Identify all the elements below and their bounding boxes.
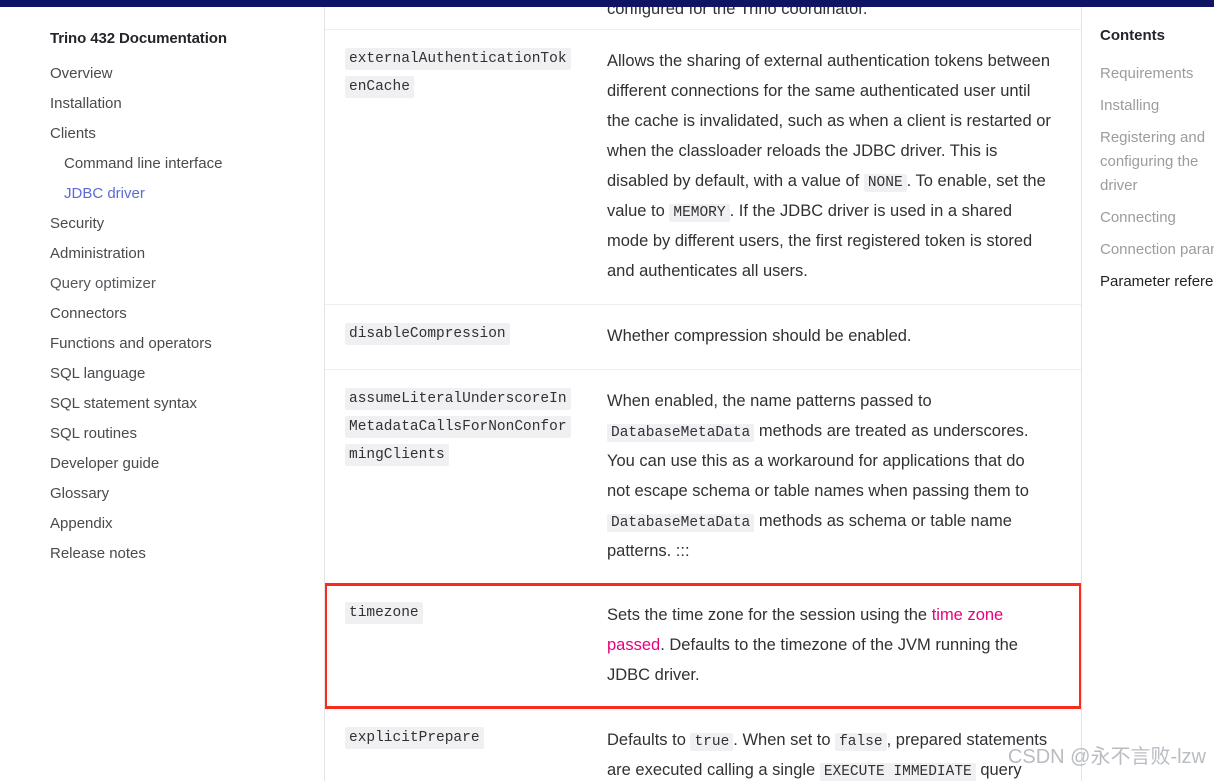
- inline-code: true: [690, 733, 734, 751]
- sidebar-item-sql-language[interactable]: SQL language: [50, 366, 324, 382]
- parameter-name-code: enCache: [345, 76, 414, 98]
- parameter-name-cell: explicitPrepare: [325, 709, 607, 781]
- table-row: externalAuthenticationTok enCache Allows t…: [325, 29, 1081, 304]
- sidebar-item-installation[interactable]: Installation: [50, 96, 324, 112]
- sidebar-item-label: Release notes: [50, 545, 146, 562]
- table-row: disableCompression Whether compression sh…: [325, 304, 1081, 369]
- sidebar-item-clients[interactable]: Clients: [50, 126, 324, 142]
- parameter-name-cell: externalAuthenticationTok enCache: [325, 30, 607, 304]
- sidebar-item-glossary[interactable]: Glossary: [50, 486, 324, 502]
- desc-text: Defaults to: [607, 731, 691, 749]
- sidebar-item-connectors[interactable]: Connectors: [50, 306, 324, 322]
- top-navy-bar: [0, 0, 1214, 7]
- sidebar-item-label: Connectors: [50, 305, 127, 322]
- sidebar-item-label: Installation: [50, 95, 122, 112]
- sidebar-item-label: Administration: [50, 245, 146, 262]
- sidebar-item-label: Developer guide: [50, 455, 160, 472]
- sidebar-item-label: Appendix: [50, 515, 113, 532]
- contents-item-label: Registering and configuring the driver: [1100, 129, 1206, 194]
- table-row: explicitPrepare Defaults to true. When se…: [325, 708, 1081, 781]
- parameter-name-code: explicitPrepare: [345, 727, 484, 749]
- contents-item-connecting[interactable]: Connecting: [1100, 206, 1214, 230]
- sidebar-item-command-line-interface[interactable]: Command line interface: [50, 156, 324, 172]
- desc-text: Allows the sharing of external authentic…: [607, 52, 1051, 190]
- parameter-reference-table: configured for the Trino coordinator. ex…: [325, 0, 1081, 781]
- contents-item-label: Installing: [1100, 97, 1160, 114]
- sidebar-item-security[interactable]: Security: [50, 216, 324, 232]
- sidebar-item-appendix[interactable]: Appendix: [50, 516, 324, 532]
- sidebar-item-label: Command line interface: [64, 155, 223, 172]
- parameter-name-code: externalAuthenticationTok: [345, 48, 571, 70]
- inline-code: NONE: [863, 174, 907, 192]
- parameter-desc-cell: Allows the sharing of external authentic…: [607, 30, 1081, 304]
- desc-text: . Defaults to the timezone of the JVM ru…: [607, 636, 1018, 684]
- contents-item-label: Connecting: [1100, 209, 1176, 226]
- page-root: Trino 432 Documentation Overview Installa…: [0, 0, 1214, 781]
- sidebar-item-jdbc-driver[interactable]: JDBC driver: [50, 186, 324, 202]
- parameter-name-cell: assumeLiteralUnderscoreIn MetadataCallsFo…: [325, 370, 607, 584]
- contents-item-requirements[interactable]: Requirements: [1100, 62, 1214, 86]
- parameter-name-code: mingClients: [345, 444, 449, 466]
- sidebar-item-administration[interactable]: Administration: [50, 246, 324, 262]
- sidebar-item-label: Clients: [50, 125, 96, 142]
- contents-sidebar: Contents Requirements Installing Registeri…: [1082, 0, 1214, 781]
- table-rows-container: externalAuthenticationTok enCache Allows t…: [325, 29, 1081, 781]
- inline-code: DatabaseMetaData: [607, 424, 755, 442]
- sidebar-item-query-optimizer[interactable]: Query optimizer: [50, 276, 324, 292]
- sidebar-item-label: SQL routines: [50, 425, 137, 442]
- desc-text: Whether compression should be enabled.: [607, 327, 912, 345]
- contents-item-installing[interactable]: Installing: [1100, 94, 1214, 118]
- parameter-name-code: MetadataCallsForNonConfor: [345, 416, 571, 438]
- contents-item-registering-and-configuring-the-driver[interactable]: Registering and configuring the driver: [1100, 126, 1214, 198]
- sidebar-item-label: JDBC driver: [64, 185, 145, 202]
- contents-title: Contents: [1100, 27, 1165, 44]
- contents-item-connection-parameters[interactable]: Connection parameters: [1100, 238, 1214, 262]
- sidebar-item-label: Overview: [50, 65, 113, 82]
- desc-text: . When set to: [733, 731, 836, 749]
- left-sidebar: Trino 432 Documentation Overview Installa…: [0, 0, 325, 781]
- inline-code: EXECUTE IMMEDIATE: [819, 763, 976, 781]
- contents-item-parameter-reference[interactable]: Parameter reference: [1100, 270, 1214, 294]
- contents-list: Requirements Installing Registering and co…: [1100, 62, 1214, 294]
- table-row: assumeLiteralUnderscoreIn MetadataCallsFo…: [325, 369, 1081, 584]
- sidebar-item-overview[interactable]: Overview: [50, 66, 324, 82]
- parameter-desc-cell: Whether compression should be enabled.: [607, 305, 1081, 369]
- main-content: configured for the Trino coordinator. ex…: [325, 0, 1082, 781]
- contents-item-label: Connection parameters: [1100, 241, 1214, 258]
- table-row-highlighted: timezone Sets the time zone for the sessi…: [325, 583, 1081, 709]
- sidebar-title: Trino 432 Documentation: [50, 30, 227, 47]
- sidebar-item-label: SQL statement syntax: [50, 395, 198, 412]
- desc-text: When enabled, the name patterns passed t…: [607, 392, 932, 410]
- sidebar-item-release-notes[interactable]: Release notes: [50, 546, 324, 562]
- sidebar-item-label: SQL language: [50, 365, 146, 382]
- parameter-name-code: assumeLiteralUnderscoreIn: [345, 388, 571, 410]
- contents-item-label: Requirements: [1100, 65, 1194, 82]
- sidebar-item-sql-statement-syntax[interactable]: SQL statement syntax: [50, 396, 324, 412]
- parameter-name-cell: timezone: [325, 584, 607, 708]
- inline-code: DatabaseMetaData: [607, 514, 755, 532]
- sidebar-item-developer-guide[interactable]: Developer guide: [50, 456, 324, 472]
- parameter-name-cell: disableCompression: [325, 305, 607, 369]
- desc-text: Sets the time zone for the session using…: [607, 606, 932, 624]
- parameter-desc-cell: Sets the time zone for the session using…: [607, 584, 1081, 708]
- sidebar-item-functions-and-operators[interactable]: Functions and operators: [50, 336, 324, 352]
- sidebar-item-label: Security: [50, 215, 105, 232]
- parameter-name-code: timezone: [345, 602, 423, 624]
- sidebar-item-sql-routines[interactable]: SQL routines: [50, 426, 324, 442]
- sidebar-item-label: Glossary: [50, 485, 110, 502]
- inline-code: MEMORY: [669, 204, 730, 222]
- parameter-desc-cell: When enabled, the name patterns passed t…: [607, 370, 1081, 584]
- parameter-desc-cell: Defaults to true. When set to false, pre…: [607, 709, 1081, 781]
- inline-code: false: [835, 733, 887, 751]
- sidebar-item-label: Query optimizer: [50, 275, 156, 292]
- sidebar-item-label: Functions and operators: [50, 335, 212, 352]
- parameter-name-code: disableCompression: [345, 323, 510, 345]
- contents-item-label: Parameter reference: [1100, 273, 1214, 290]
- sidebar-nav-list: Overview Installation Clients Command line …: [50, 66, 324, 562]
